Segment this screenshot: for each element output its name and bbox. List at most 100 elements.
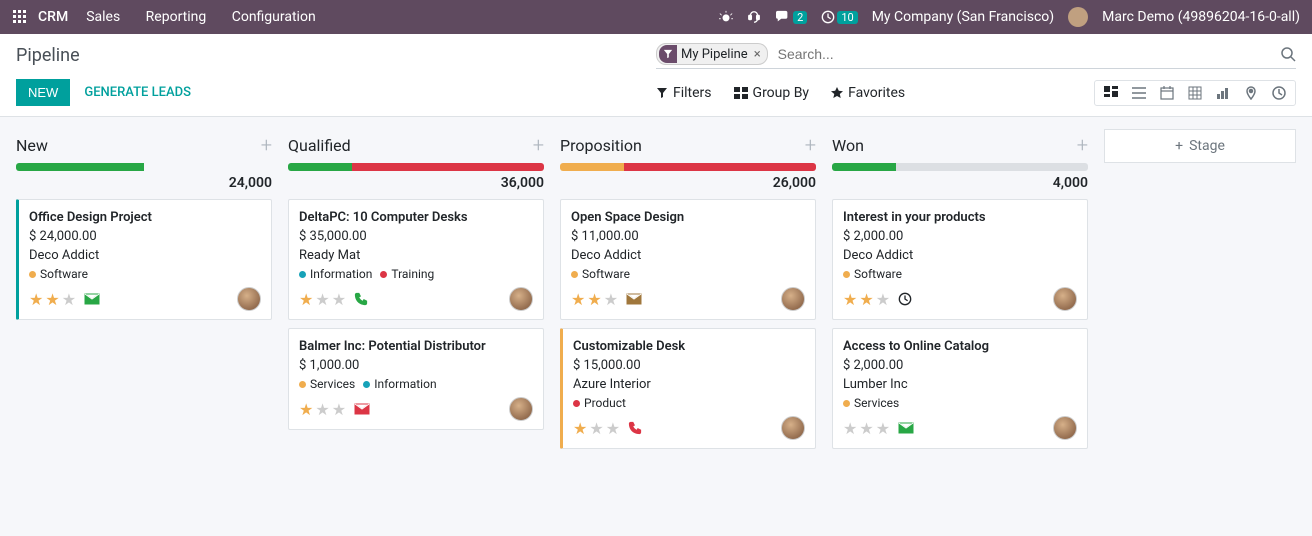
generate-leads-button[interactable]: GENERATE LEADS xyxy=(84,85,191,100)
activity-icon[interactable] xyxy=(354,292,368,306)
activity-icon[interactable] xyxy=(354,402,370,416)
quick-create-icon[interactable]: + xyxy=(533,133,544,157)
priority-star[interactable]: ★ xyxy=(62,290,76,309)
priority-star[interactable]: ★ xyxy=(606,419,620,438)
app-brand[interactable]: CRM xyxy=(38,9,68,25)
calendar-view-icon[interactable] xyxy=(1159,85,1175,101)
priority-star[interactable]: ★ xyxy=(843,419,857,438)
priority-star[interactable]: ★ xyxy=(45,290,59,309)
favorites-button[interactable]: Favorites xyxy=(831,85,905,101)
nav-reporting[interactable]: Reporting xyxy=(146,9,207,25)
new-button[interactable]: NEW xyxy=(16,79,70,106)
priority-star[interactable]: ★ xyxy=(299,290,313,309)
priority-star[interactable]: ★ xyxy=(876,419,890,438)
priority-star[interactable]: ★ xyxy=(315,400,329,419)
list-view-icon[interactable] xyxy=(1131,85,1147,101)
priority-star[interactable]: ★ xyxy=(573,419,587,438)
kanban-card[interactable]: Balmer Inc: Potential Distributor $ 1,00… xyxy=(288,328,544,430)
column-progress[interactable] xyxy=(832,163,1088,171)
kanban-card[interactable]: Customizable Desk $ 15,000.00 Azure Inte… xyxy=(560,328,816,449)
salesperson-avatar[interactable] xyxy=(781,416,805,440)
kanban-card[interactable]: Office Design Project $ 24,000.00 Deco A… xyxy=(16,199,272,320)
plus-icon: + xyxy=(1175,138,1183,154)
user-avatar[interactable] xyxy=(1068,7,1088,27)
tag: Software xyxy=(843,267,902,281)
column-progress[interactable] xyxy=(288,163,544,171)
tag: Information xyxy=(363,377,436,391)
salesperson-avatar[interactable] xyxy=(237,287,261,311)
priority-star[interactable]: ★ xyxy=(315,290,329,309)
salesperson-avatar[interactable] xyxy=(509,287,533,311)
activity-icon[interactable] xyxy=(898,292,912,306)
view-switcher xyxy=(1094,80,1296,106)
control-panel: Pipeline My Pipeline × NEW GENERATE LEAD… xyxy=(0,34,1312,106)
nav-configuration[interactable]: Configuration xyxy=(232,9,316,25)
add-stage-button[interactable]: +Stage xyxy=(1104,129,1296,163)
column-total: 36,000 xyxy=(501,175,544,191)
priority-star[interactable]: ★ xyxy=(571,290,585,309)
groupby-button[interactable]: Group By xyxy=(734,85,810,101)
priority-star[interactable]: ★ xyxy=(587,290,601,309)
nav-sales[interactable]: Sales xyxy=(86,9,120,25)
filters-button[interactable]: Filters xyxy=(656,85,712,101)
apps-icon[interactable] xyxy=(12,9,28,25)
page-title: Pipeline xyxy=(16,45,656,66)
priority-star[interactable]: ★ xyxy=(589,419,603,438)
column-title[interactable]: Won xyxy=(832,136,864,155)
column-progress[interactable] xyxy=(16,163,272,171)
salesperson-avatar[interactable] xyxy=(509,397,533,421)
column-title[interactable]: Proposition xyxy=(560,136,642,155)
priority-star[interactable]: ★ xyxy=(29,290,43,309)
priority-star[interactable]: ★ xyxy=(299,400,313,419)
tag: Services xyxy=(299,377,355,391)
pivot-view-icon[interactable] xyxy=(1187,85,1203,101)
search-icon[interactable] xyxy=(1280,46,1296,62)
user-menu[interactable]: Marc Demo (49896204-16-0-all) xyxy=(1102,9,1300,25)
priority-stars: ★★★ xyxy=(843,419,914,438)
activity-icon[interactable] xyxy=(84,292,100,306)
column-title[interactable]: Qualified xyxy=(288,136,351,155)
kanban-view-icon[interactable] xyxy=(1103,85,1119,101)
activity-icon[interactable] xyxy=(628,421,642,435)
quick-create-icon[interactable]: + xyxy=(1077,133,1088,157)
facet-remove-icon[interactable]: × xyxy=(754,47,761,62)
activity-view-icon[interactable] xyxy=(1271,85,1287,101)
activities-icon[interactable]: 10 xyxy=(821,10,857,24)
activity-icon[interactable] xyxy=(626,292,642,306)
column-title[interactable]: New xyxy=(16,136,48,155)
priority-star[interactable]: ★ xyxy=(604,290,618,309)
map-view-icon[interactable] xyxy=(1243,85,1259,101)
graph-view-icon[interactable] xyxy=(1215,85,1231,101)
kanban-card[interactable]: Access to Online Catalog $ 2,000.00 Lumb… xyxy=(832,328,1088,449)
messages-icon[interactable]: 2 xyxy=(775,10,807,24)
card-tags: Software xyxy=(843,267,1077,281)
priority-star[interactable]: ★ xyxy=(859,290,873,309)
priority-star[interactable]: ★ xyxy=(332,400,346,419)
kanban-column: Proposition+26,000 Open Space Design $ 1… xyxy=(560,129,816,457)
card-amount: $ 35,000.00 xyxy=(299,229,533,244)
card-title: Office Design Project xyxy=(29,210,261,225)
card-customer: Ready Mat xyxy=(299,248,533,263)
card-title: Balmer Inc: Potential Distributor xyxy=(299,339,533,354)
support-icon[interactable] xyxy=(747,10,761,24)
salesperson-avatar[interactable] xyxy=(1053,287,1077,311)
kanban-card[interactable]: DeltaPC: 10 Computer Desks $ 35,000.00 R… xyxy=(288,199,544,320)
kanban-card[interactable]: Interest in your products $ 2,000.00 Dec… xyxy=(832,199,1088,320)
search-facet[interactable]: My Pipeline × xyxy=(656,43,768,65)
salesperson-avatar[interactable] xyxy=(781,287,805,311)
quick-create-icon[interactable]: + xyxy=(805,133,816,157)
priority-star[interactable]: ★ xyxy=(332,290,346,309)
company-switcher[interactable]: My Company (San Francisco) xyxy=(872,9,1054,25)
priority-stars: ★★★ xyxy=(843,290,912,309)
activity-icon[interactable] xyxy=(898,421,914,435)
quick-create-icon[interactable]: + xyxy=(261,133,272,157)
kanban-card[interactable]: Open Space Design $ 11,000.00 Deco Addic… xyxy=(560,199,816,320)
priority-star[interactable]: ★ xyxy=(859,419,873,438)
priority-star[interactable]: ★ xyxy=(876,290,890,309)
debug-icon[interactable] xyxy=(719,10,733,24)
column-progress[interactable] xyxy=(560,163,816,171)
priority-star[interactable]: ★ xyxy=(843,290,857,309)
salesperson-avatar[interactable] xyxy=(1053,416,1077,440)
messages-badge: 2 xyxy=(793,11,807,24)
search-input[interactable] xyxy=(774,42,1280,66)
